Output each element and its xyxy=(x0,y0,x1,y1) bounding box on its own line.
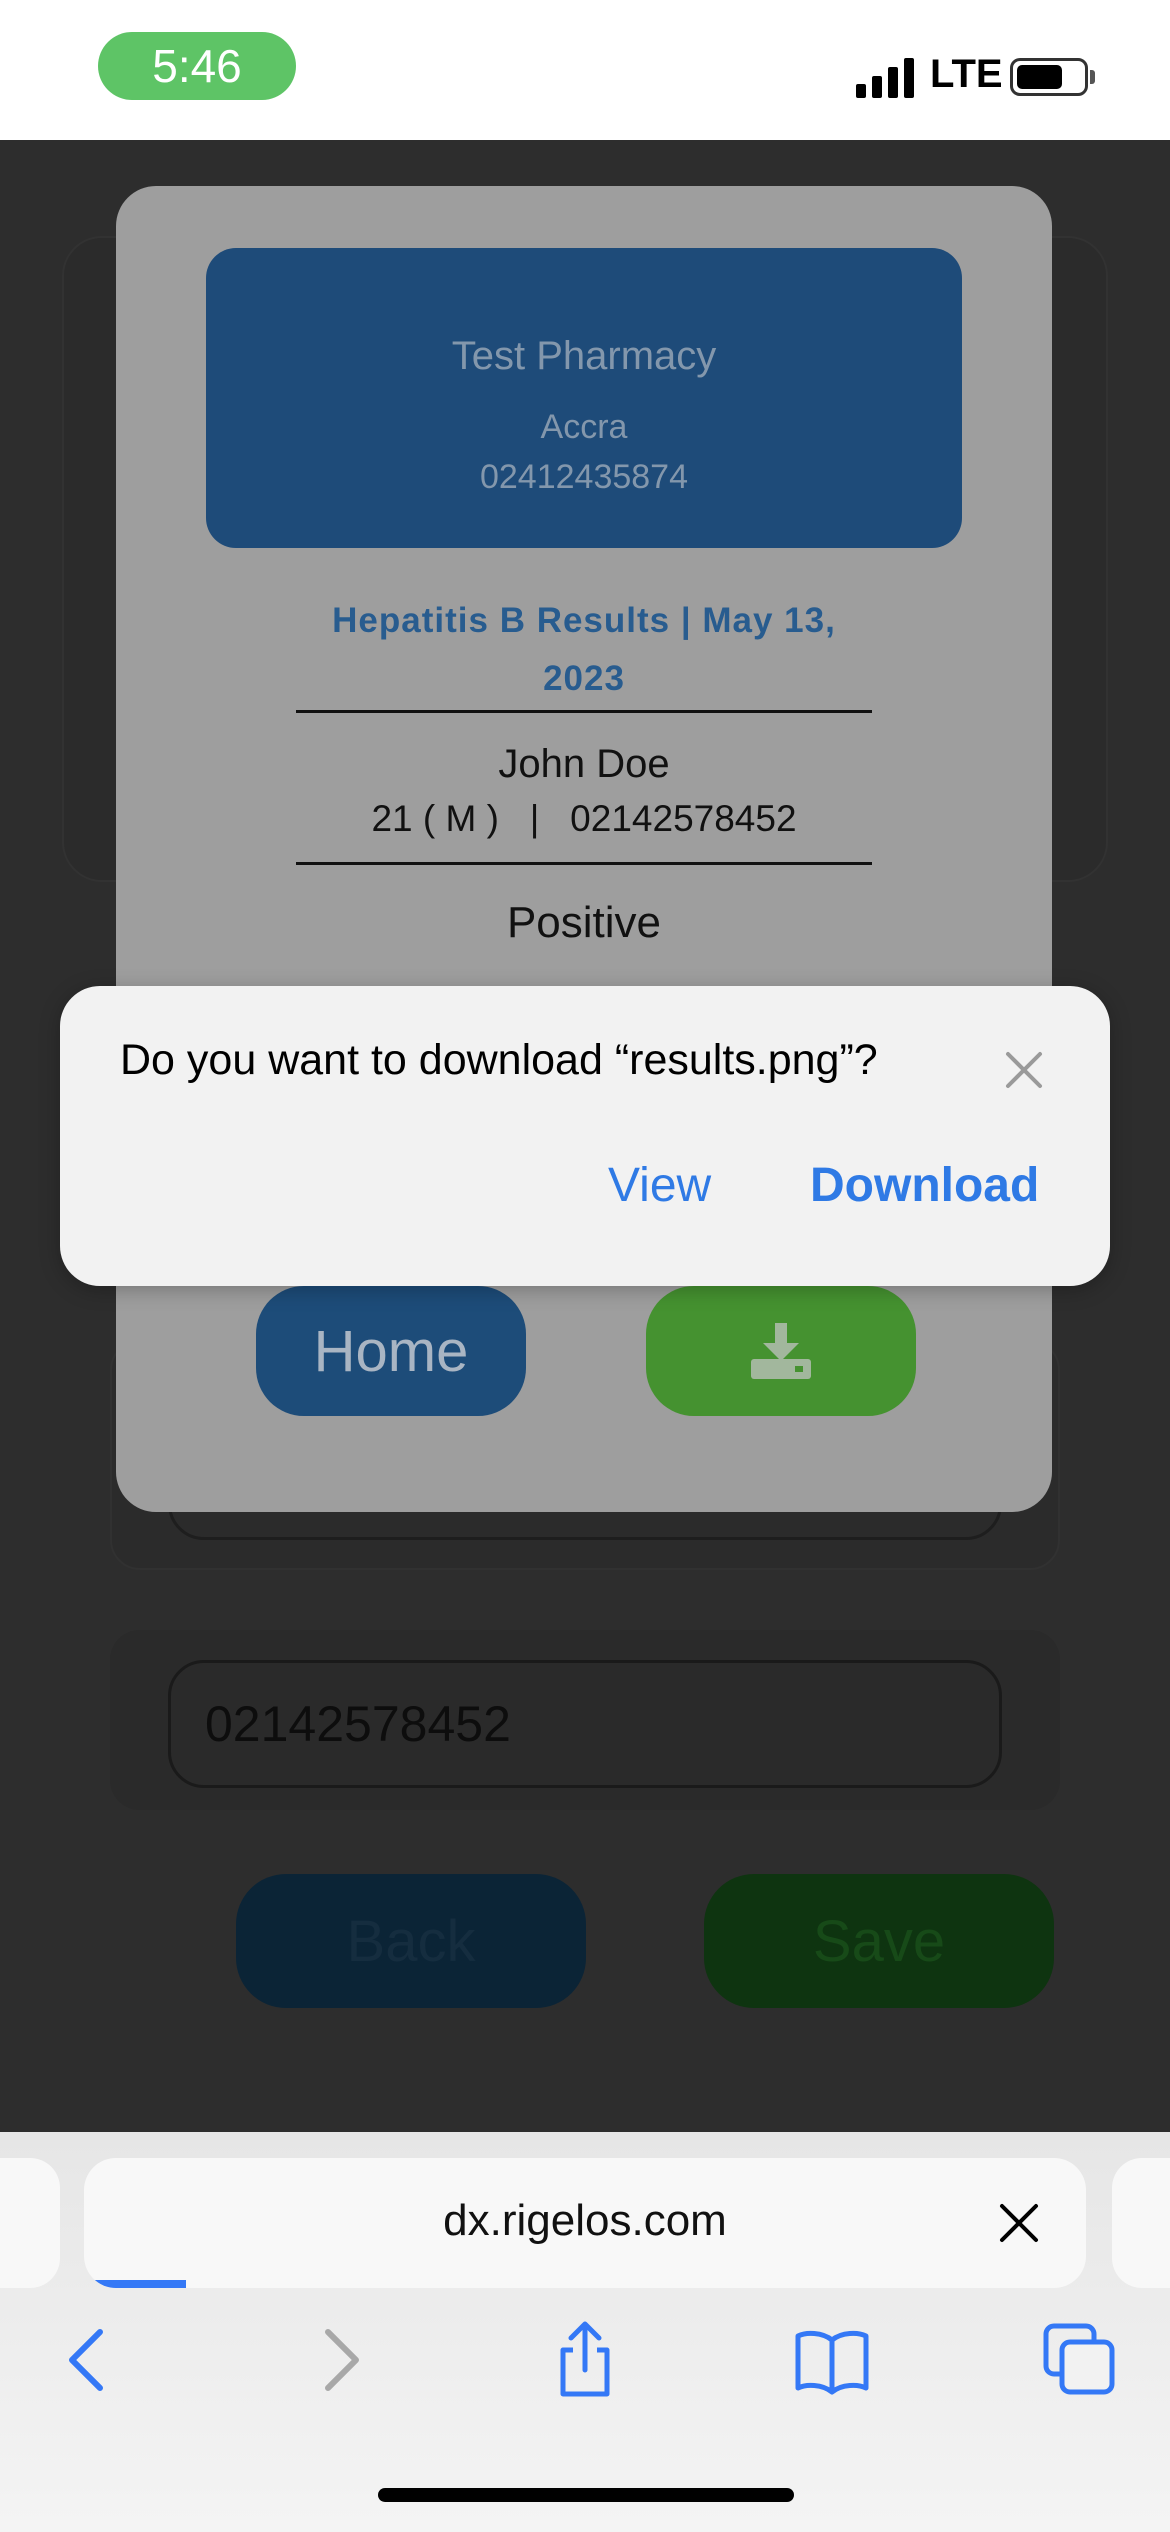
test-result-value: Positive xyxy=(506,898,662,947)
patient-info: 21 ( M ) | 02142578452 xyxy=(371,798,797,839)
home-button[interactable]: Home xyxy=(256,1286,526,1416)
stop-loading-icon[interactable] xyxy=(996,2200,1042,2246)
status-bar: 5:46 LTE xyxy=(0,0,1170,140)
result-title: Hepatitis B Results | May 13, 2023 xyxy=(332,601,836,698)
network-type-label: LTE xyxy=(930,52,1003,96)
cellular-signal-icon xyxy=(856,58,914,98)
results-card: Test Pharmacy Accra 02412435874 Hepatiti… xyxy=(116,186,1052,1512)
back-button: Back xyxy=(236,1874,586,2008)
patient-name: John Doe xyxy=(498,742,670,786)
divider xyxy=(296,710,872,713)
dialog-message: Do you want to download “results.png”? xyxy=(120,1036,878,1084)
share-icon[interactable] xyxy=(545,2320,625,2400)
download-result-button[interactable] xyxy=(646,1286,916,1416)
battery-icon xyxy=(1010,58,1088,96)
bookmarks-icon[interactable] xyxy=(792,2320,872,2400)
download-icon xyxy=(751,1323,811,1379)
previous-tab-preview[interactable] xyxy=(0,2158,60,2288)
pharmacy-phone: 02412435874 xyxy=(479,458,688,496)
next-tab-preview[interactable] xyxy=(1112,2158,1170,2288)
pharmacy-city: Accra xyxy=(540,408,628,446)
download-dialog: Do you want to download “results.png”? V… xyxy=(60,986,1110,1286)
pharmacy-header: Test Pharmacy Accra 02412435874 xyxy=(206,248,962,548)
save-button: Save xyxy=(704,1874,1054,2008)
view-button[interactable]: View xyxy=(608,1158,711,1213)
tabs-icon[interactable] xyxy=(1040,2320,1120,2400)
back-arrow-icon[interactable] xyxy=(48,2320,128,2400)
phone-number-input: 02142578452 xyxy=(168,1660,1002,1788)
close-icon[interactable] xyxy=(1000,1046,1048,1094)
download-button[interactable]: Download xyxy=(810,1158,1039,1213)
time-indicator: 5:46 xyxy=(98,32,296,100)
address-bar[interactable]: dx.rigelos.com xyxy=(84,2158,1086,2288)
url-text: dx.rigelos.com xyxy=(443,2196,727,2245)
battery-tip xyxy=(1090,70,1095,84)
divider xyxy=(296,862,872,865)
forward-arrow-icon[interactable] xyxy=(300,2320,380,2400)
pharmacy-name: Test Pharmacy xyxy=(451,334,717,378)
page-load-progress xyxy=(84,2280,186,2288)
home-indicator xyxy=(378,2488,794,2502)
